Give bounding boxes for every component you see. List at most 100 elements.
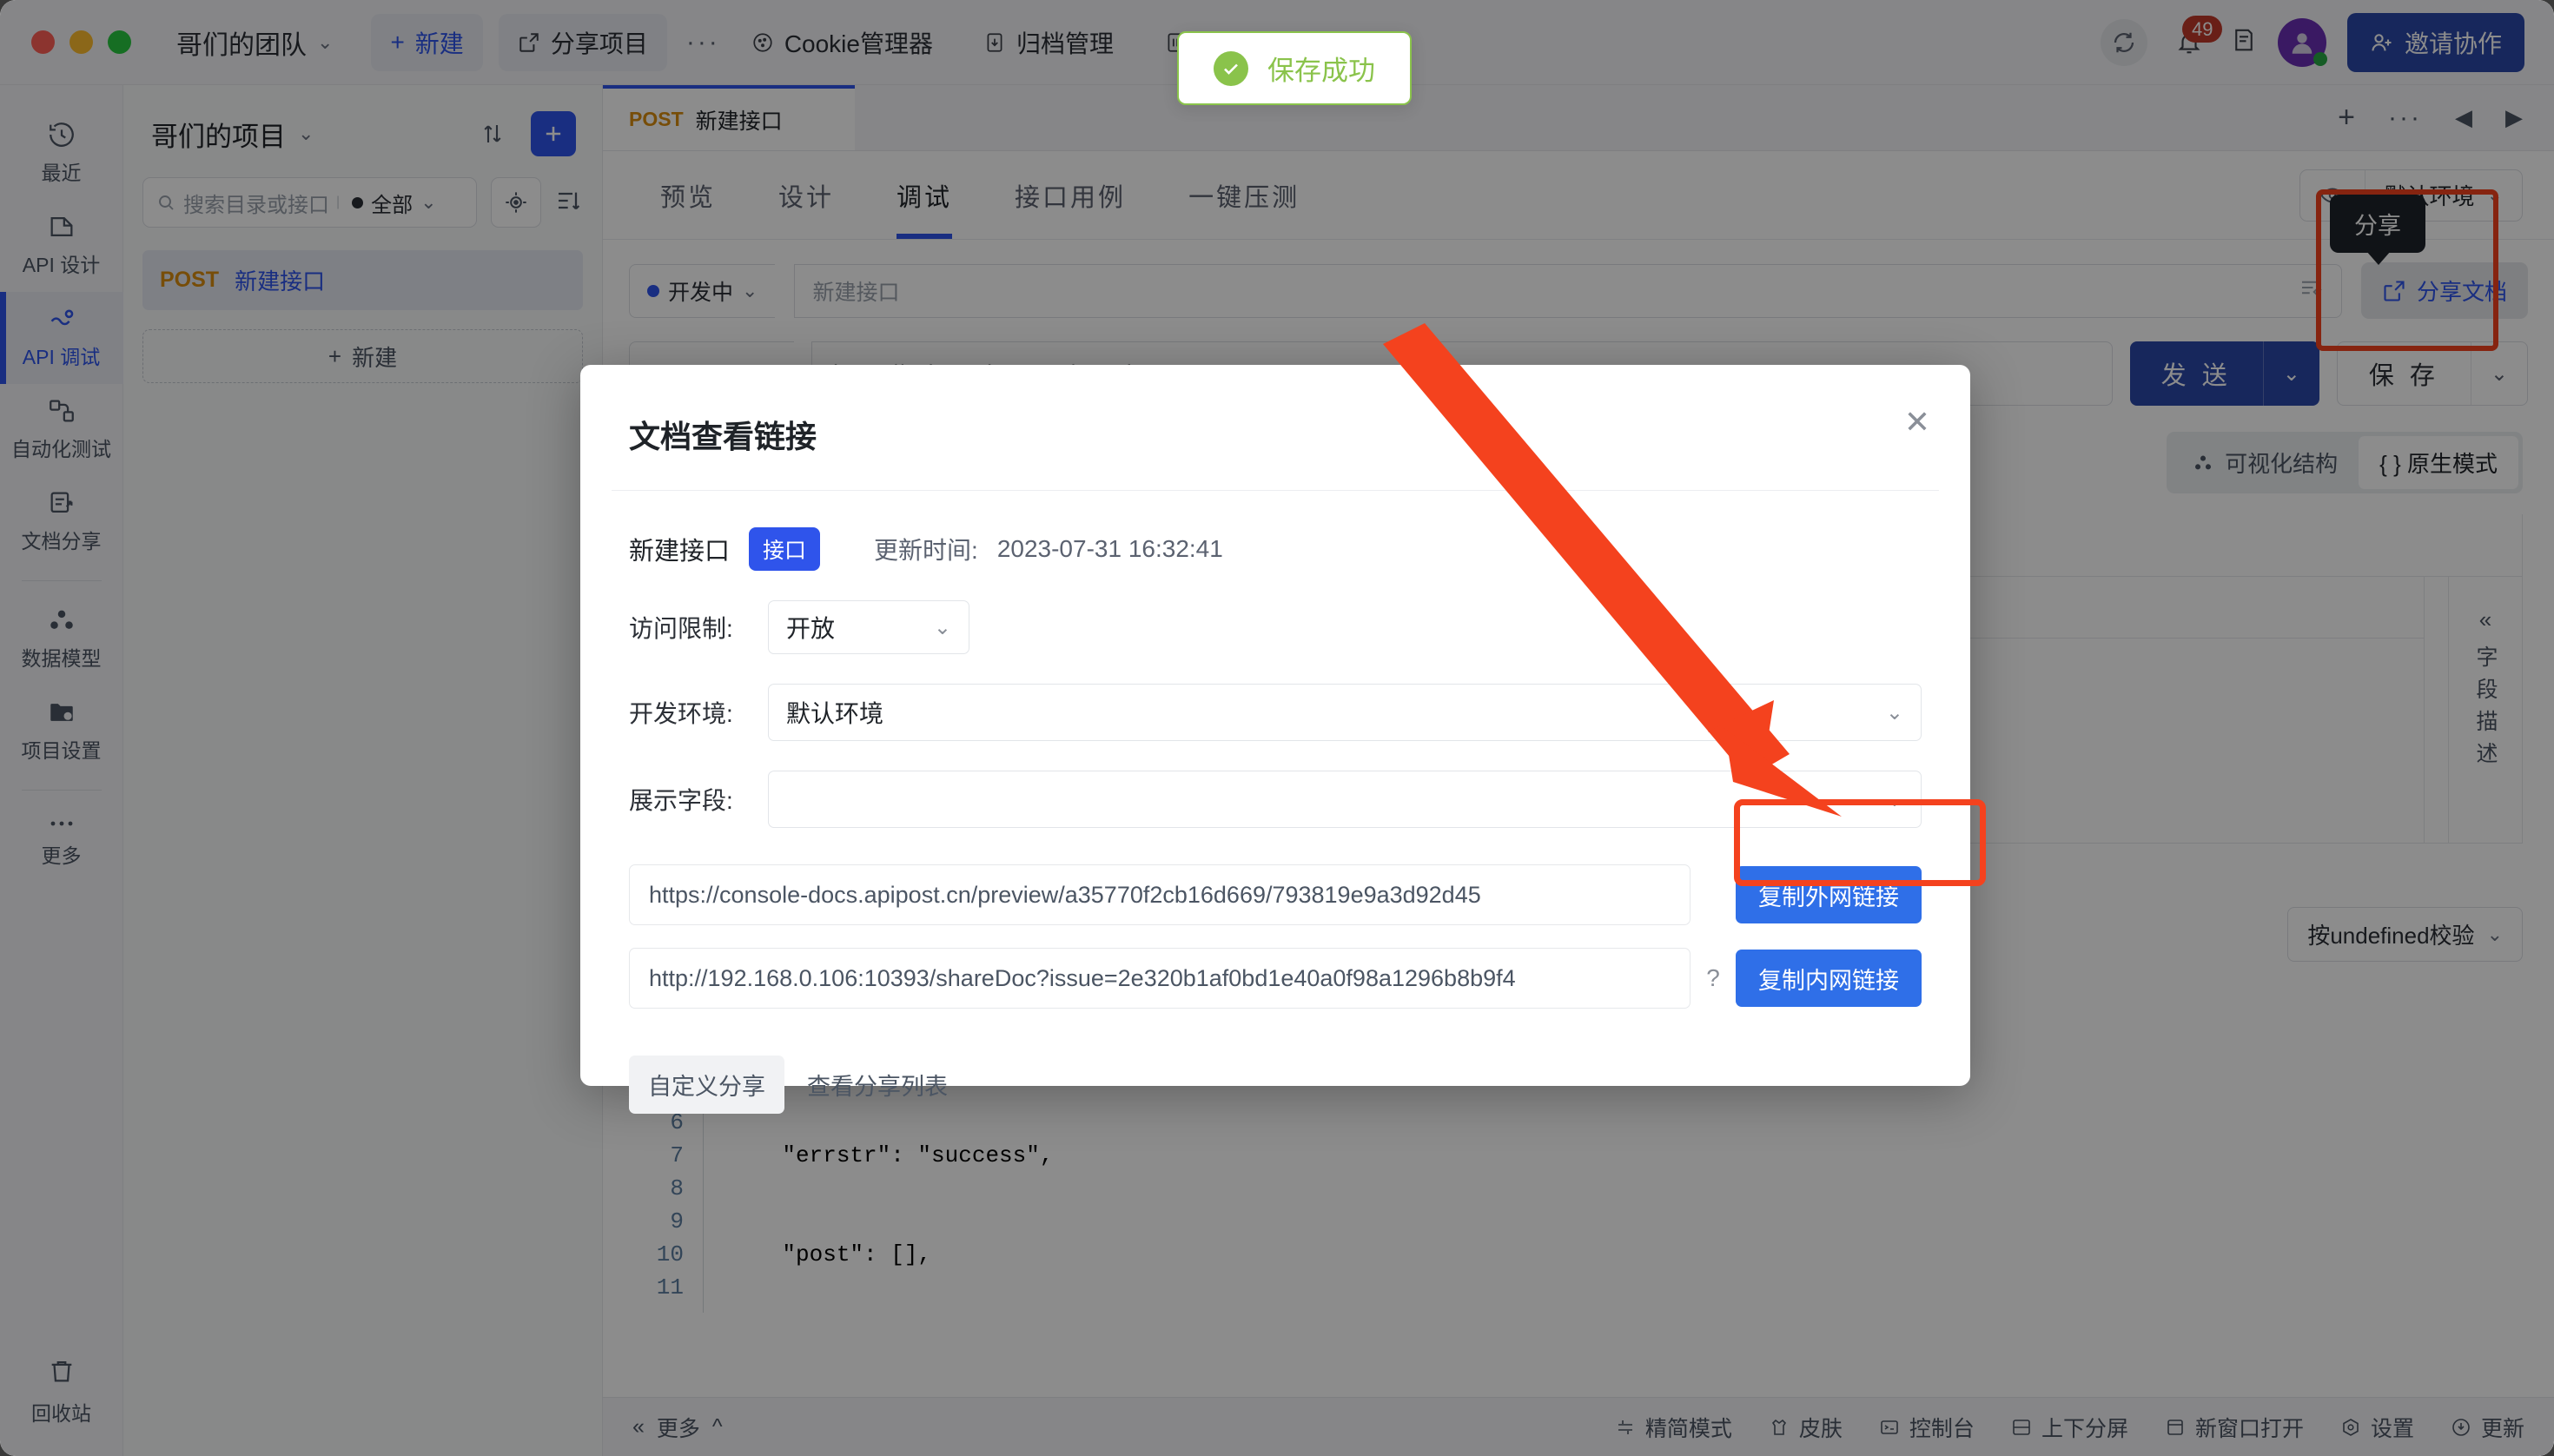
sidebar-new-label: 新建 <box>352 344 398 371</box>
chevron-down-icon: ⌄ <box>2486 183 2503 206</box>
verify-selector[interactable]: 按undefined校验 ⌄ <box>2287 907 2523 962</box>
document-tab[interactable]: POST 新建接口 <box>603 85 855 150</box>
chevron-down-icon[interactable]: ⌄ <box>298 122 314 145</box>
chevron-down-icon[interactable]: ⌄ <box>2471 361 2527 387</box>
save-button[interactable]: 保 存 ⌄ <box>2336 341 2528 406</box>
tab-next-button[interactable]: ▶ <box>2505 104 2523 131</box>
maximize-window-button[interactable] <box>108 30 131 54</box>
archive-manager-button[interactable]: 归档管理 <box>964 14 1133 71</box>
project-sidebar: 哥们的项目 ⌄ 搜索目录或接口 | 全部 ⌄ POST 新建接口 + 新建 <box>123 85 603 1456</box>
new-button-label: 新建 <box>414 30 464 57</box>
search-input[interactable]: 搜索目录或接口 | 全部 ⌄ <box>142 177 477 228</box>
toast-text: 保存成功 <box>1267 56 1375 86</box>
update-button[interactable]: 更新 <box>2451 1412 2524 1443</box>
add-api-button[interactable] <box>531 111 576 156</box>
chevron-down-icon[interactable]: ⌄ <box>2264 361 2319 387</box>
dev-environment-select[interactable]: 默认环境 ⌄ <box>768 684 1922 741</box>
display-fields-select[interactable]: ⌄ <box>768 771 1922 828</box>
avatar[interactable] <box>2277 17 2327 67</box>
close-window-button[interactable] <box>31 30 55 54</box>
tab-stress-test[interactable]: 一键压测 <box>1157 151 1331 239</box>
titlebar-more-button[interactable]: ··· <box>686 28 720 57</box>
import-export-button[interactable] <box>470 111 515 156</box>
sidebar-item-recent[interactable]: 最近 <box>0 108 123 200</box>
tab-design[interactable]: 设计 <box>747 151 865 239</box>
modal-title: 文档查看链接 <box>629 419 817 454</box>
sidebar-item-trash[interactable]: 回收站 <box>31 1356 91 1456</box>
tab-cases[interactable]: 接口用例 <box>983 151 1157 239</box>
team-selector[interactable]: 哥们的团队 ⌄ <box>176 23 333 62</box>
window-controls[interactable] <box>0 30 131 54</box>
internal-link-field[interactable]: http://192.168.0.106:10393/shareDoc?issu… <box>629 948 1691 1009</box>
sidebar-item-more[interactable]: 更多 <box>0 803 123 883</box>
project-name[interactable]: 哥们的项目 <box>151 115 286 154</box>
modal-update-time-label: 更新时间: <box>874 537 978 564</box>
tab-more-button[interactable]: ··· <box>2388 103 2422 133</box>
api-status-selector[interactable]: 开发中 ⌄ <box>629 263 776 318</box>
api-method-label: POST <box>160 268 220 292</box>
add-tab-button[interactable]: + <box>2338 101 2355 135</box>
close-icon[interactable]: ✕ <box>1904 407 1930 438</box>
tab-debug[interactable]: 调试 <box>865 151 983 239</box>
copy-internal-link-label: 复制内网链接 <box>1758 967 1899 994</box>
cookie-manager-button[interactable]: Cookie管理器 <box>732 14 952 71</box>
mode-visual-label: 可视化结构 <box>2225 451 2339 477</box>
minimize-window-button[interactable] <box>69 30 93 54</box>
share-tooltip: 分享 <box>2329 195 2425 265</box>
skin-button[interactable]: 皮肤 <box>1769 1412 1843 1443</box>
add-user-icon <box>2372 33 2392 50</box>
external-link-row: https://console-docs.apipost.cn/preview/… <box>629 864 1922 925</box>
copy-internal-link-button[interactable]: 复制内网链接 <box>1736 950 1922 1007</box>
sync-button[interactable] <box>2100 18 2147 66</box>
notes-button[interactable] <box>2231 27 2257 57</box>
filter-selector[interactable]: 全部 ⌄ <box>352 188 437 218</box>
code-line: "post": [], <box>728 1241 932 1267</box>
sidebar-item-api-debug[interactable]: API 调试 <box>0 292 123 384</box>
share-doc-wrap: 分享 分享文档 <box>2315 189 2528 351</box>
tab-preview[interactable]: 预览 <box>629 151 747 239</box>
share-link-modal: 文档查看链接 ✕ 新建接口 接口 更新时间: 2023-07-31 16:32:… <box>580 365 1970 1114</box>
tab-prev-button[interactable]: ◀ <box>2455 104 2472 131</box>
sidebar-new-button[interactable]: + 新建 <box>142 329 583 383</box>
split-screen-button[interactable]: 上下分屏 <box>2011 1412 2128 1443</box>
sidebar-item-api-design[interactable]: API 设计 <box>0 200 123 292</box>
share-doc-button[interactable]: 分享文档 <box>2360 262 2528 319</box>
mode-raw-button[interactable]: { } 原生模式 <box>2359 436 2518 489</box>
external-link-field[interactable]: https://console-docs.apipost.cn/preview/… <box>629 864 1691 925</box>
sort-button[interactable] <box>555 187 583 219</box>
bottom-more-button[interactable]: « 更多 ^ <box>632 1412 723 1443</box>
locate-button[interactable] <box>491 177 541 228</box>
display-fields-label: 展示字段: <box>629 787 733 814</box>
sidebar-item-data-model[interactable]: 数据模型 <box>0 593 123 685</box>
skin-label: 皮肤 <box>1798 1416 1843 1441</box>
api-name-input[interactable]: 新建接口 <box>794 263 2342 318</box>
compact-mode-button[interactable]: 精简模式 <box>1615 1412 1732 1443</box>
access-restriction-select[interactable]: 开放 ⌄ <box>768 600 969 654</box>
chevron-down-icon: ⌄ <box>2486 923 2503 945</box>
custom-share-button[interactable]: 自定义分享 <box>629 1056 784 1114</box>
sidebar-item-automation[interactable]: 自动化测试 <box>0 384 123 476</box>
view-share-list-link[interactable]: 查看分享列表 <box>798 1056 956 1114</box>
sidebar-item-project-settings[interactable]: 项目设置 <box>0 685 123 778</box>
copy-external-link-button[interactable]: 复制外网链接 <box>1736 866 1922 923</box>
console-button[interactable]: 控制台 <box>1879 1412 1975 1443</box>
new-window-button[interactable]: 新窗口打开 <box>2165 1412 2304 1443</box>
archive-icon <box>987 32 1002 52</box>
mode-visual-button[interactable]: 可视化结构 <box>2171 436 2359 489</box>
help-icon[interactable]: ? <box>1691 964 1736 992</box>
new-button[interactable]: + 新建 <box>371 13 483 71</box>
sidebar-item-doc-share[interactable]: 文档分享 <box>0 476 123 568</box>
api-list-item[interactable]: POST 新建接口 <box>142 250 583 310</box>
send-button[interactable]: 发 送 ⌄ <box>2129 341 2319 406</box>
share-icon <box>519 32 539 52</box>
share-project-button[interactable]: 分享项目 <box>498 13 667 71</box>
chevron-down-icon: ⌄ <box>420 191 437 213</box>
field-desc-panel[interactable]: « 字段描述 <box>2449 577 2522 843</box>
rail-divider-2 <box>21 790 102 791</box>
notifications-button[interactable]: 49 <box>2168 15 2223 66</box>
invite-collaborate-button[interactable]: 邀请协作 <box>2346 12 2524 72</box>
rail-label-trash: 回收站 <box>31 1402 91 1425</box>
edit-note-icon <box>2301 281 2322 295</box>
user-icon <box>2292 32 2312 54</box>
settings-button[interactable]: 设置 <box>2340 1412 2414 1443</box>
